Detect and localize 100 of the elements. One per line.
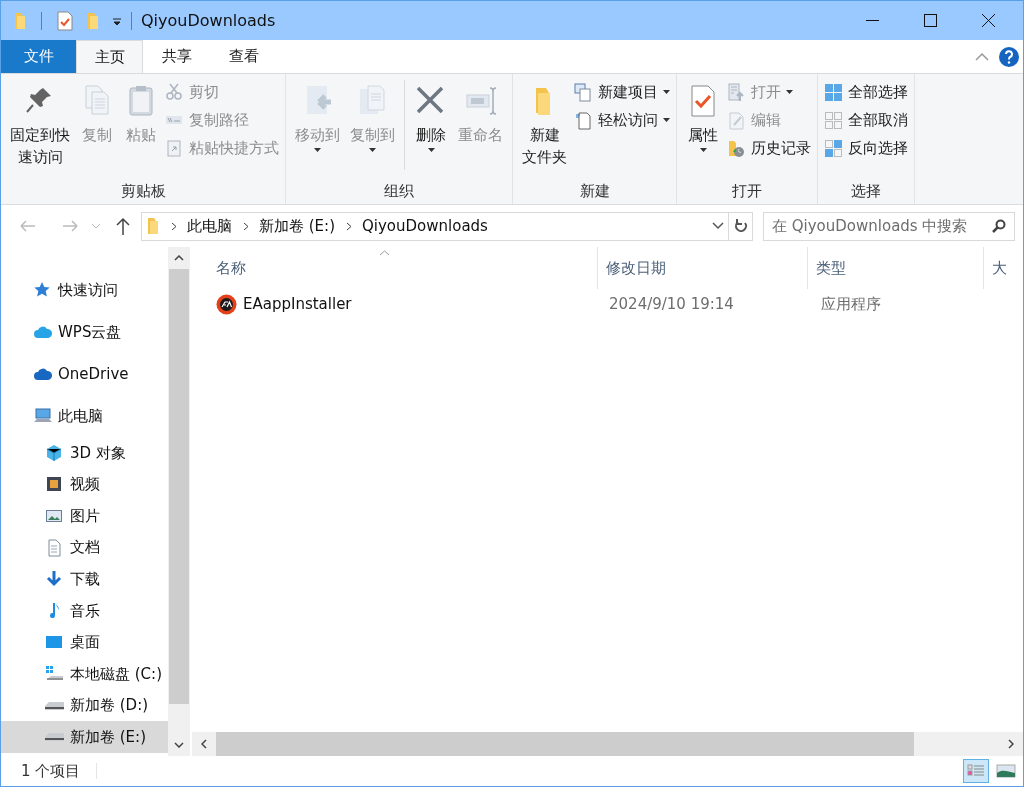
nav-item[interactable]: WPS云盘 (1, 311, 168, 353)
ribbon-button[interactable]: 历史记录 (727, 137, 811, 159)
column-header[interactable]: 类型 (815, 256, 846, 280)
music-note-icon (49, 603, 60, 619)
edit-icon (727, 110, 746, 130)
column-header[interactable]: 修改日期 (605, 256, 666, 280)
star-icon (33, 281, 52, 299)
grid-icon (824, 138, 843, 158)
nav-item[interactable]: 音乐 (1, 594, 168, 627)
picture-icon (45, 507, 64, 525)
scrollbar[interactable] (192, 732, 1023, 756)
group-label: 选择 (850, 181, 882, 202)
cube-icon (45, 443, 64, 462)
nav-item[interactable]: 图片 (1, 500, 168, 532)
search-icon (992, 219, 1006, 233)
sort-caret-icon (379, 250, 390, 256)
close-icon (981, 14, 995, 27)
ribbon-button[interactable]: 全部取消 (824, 109, 908, 131)
caret-icon (663, 90, 670, 94)
document-icon (45, 538, 64, 557)
ribbon-tab[interactable]: 查看 (210, 40, 277, 73)
breadcrumb[interactable]: 此电脑 (187, 214, 232, 238)
download-icon (45, 570, 64, 589)
collapse-ribbon-icon (975, 51, 989, 62)
minimize-icon (865, 20, 879, 21)
window-title: QiyouDownloads (141, 9, 276, 32)
ribbon-button[interactable]: 新建项目 (574, 81, 670, 103)
open-icon (727, 82, 746, 102)
ribbon-tab[interactable]: 共享 (143, 40, 210, 73)
back-icon (19, 219, 37, 233)
computer-icon (33, 407, 52, 425)
drive-icon (45, 733, 64, 742)
chevron-right-icon (346, 221, 352, 231)
nav-item[interactable]: 新加卷 (E:) (1, 721, 168, 753)
grid-icon (824, 110, 843, 130)
group-label: 剪贴板 (119, 181, 167, 202)
nav-item[interactable]: 文档 (1, 531, 168, 564)
app-logo-icon (216, 293, 237, 315)
nav-item[interactable]: OneDrive (1, 353, 168, 395)
document-icon (574, 110, 593, 130)
caret-icon (663, 118, 670, 122)
folder-icon (86, 10, 100, 31)
nav-item[interactable]: 本地磁盘 (C:) (1, 658, 168, 690)
refresh-icon (733, 218, 748, 234)
caret-icon (369, 148, 376, 152)
large-icons-view-icon (996, 762, 1016, 780)
nav-item[interactable]: 视频 (1, 468, 168, 501)
nav-item[interactable]: 桌面 (1, 626, 168, 659)
chevron-left-icon (201, 739, 207, 749)
ribbon-button[interactable]: 属性 (683, 80, 723, 152)
caret-icon (314, 148, 321, 152)
film-icon (45, 475, 64, 494)
rename-icon (463, 84, 498, 118)
table-cell-text: 2024/9/10 19:14 (608, 293, 735, 315)
drive-icon (45, 701, 64, 710)
chevron-down-icon (174, 742, 184, 748)
forward-icon (61, 219, 79, 233)
new-item-icon (574, 82, 593, 102)
nav-item[interactable]: 快速访问 (1, 269, 168, 311)
item-count: 1 个项目 (21, 760, 81, 782)
folder-icon (146, 216, 160, 236)
nav-item[interactable]: 新加卷 (D:) (1, 689, 168, 722)
file-name[interactable]: EAappInstaller (243, 292, 352, 316)
history-icon (727, 138, 746, 158)
group-label: 组织 (383, 181, 415, 202)
address-bar[interactable]: 此电脑 新加卷 (E:) QiyouDownloads (141, 211, 753, 241)
help-icon (1004, 49, 1014, 64)
chevron-down-icon (712, 222, 724, 230)
chevron-down-icon (91, 223, 101, 229)
breadcrumb[interactable]: 新加卷 (E:) (259, 214, 335, 238)
group-label: 新建 (578, 181, 611, 202)
table-cell-text: 应用程序 (820, 293, 882, 315)
group-label: 打开 (731, 181, 763, 202)
ribbon-tab[interactable]: 主页 (76, 40, 143, 74)
ribbon-button[interactable]: 删除 (411, 80, 451, 152)
help-button[interactable] (999, 46, 1019, 67)
folder-icon (13, 10, 27, 31)
search-field[interactable]: 在 QiyouDownloads 中搜索 (763, 211, 1015, 241)
scrollbar[interactable] (168, 247, 190, 756)
maximize-icon (923, 14, 937, 27)
column-header[interactable]: 大 (992, 256, 1008, 280)
chevron-up-icon (174, 255, 184, 261)
dropdown-icon (112, 15, 122, 26)
shortcut-icon (165, 138, 184, 158)
nav-item[interactable]: 3D 对象 (1, 437, 168, 469)
breadcrumb[interactable]: QiyouDownloads (362, 214, 488, 238)
column-header[interactable]: 名称 (216, 256, 246, 280)
nav-item[interactable]: 此电脑 (1, 395, 168, 437)
nav-item[interactable]: 下载 (1, 563, 168, 595)
ribbon-button[interactable]: 固定到快 速访问 (7, 80, 73, 168)
chevron-right-icon (243, 221, 249, 231)
checklist-icon (56, 10, 74, 31)
scissors-icon (165, 82, 184, 102)
ribbon-button[interactable]: 全部选择 (824, 81, 908, 103)
ribbon-button[interactable]: 新建 文件夹 (519, 80, 570, 168)
view-button[interactable] (963, 759, 989, 783)
caret-icon (427, 148, 435, 152)
ribbon-tab[interactable]: 文件 (1, 40, 76, 73)
ribbon-button[interactable]: 轻松访问 (574, 109, 670, 131)
ribbon-button[interactable]: 反向选择 (824, 137, 908, 159)
